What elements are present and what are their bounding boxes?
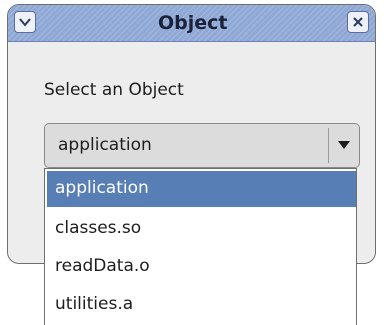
close-icon [353, 17, 363, 27]
window-close-button[interactable] [347, 11, 369, 33]
window-title: Object [158, 12, 228, 34]
combobox-divider [328, 128, 329, 163]
option-label: classes.so [55, 218, 142, 238]
dropdown-option-readdata-o[interactable]: readData.o [47, 249, 356, 285]
object-dropdown-list: application classes.so readData.o utilit… [44, 168, 357, 325]
option-label: application [55, 178, 149, 198]
select-object-label: Select an Object [44, 80, 184, 100]
combobox-value: application [58, 135, 152, 155]
option-label: readData.o [55, 256, 150, 276]
dropdown-option-classes-so[interactable]: classes.so [47, 211, 356, 247]
title-bar[interactable]: Object [8, 5, 375, 42]
object-combobox[interactable]: application [44, 123, 360, 168]
dropdown-option-application[interactable]: application [47, 171, 356, 207]
dropdown-option-utilities-a[interactable]: utilities.a [47, 287, 356, 323]
dropdown-arrow-icon[interactable] [338, 141, 350, 149]
option-label: utilities.a [55, 294, 134, 314]
chevron-down-icon [19, 18, 31, 27]
window-menu-button[interactable] [14, 11, 36, 33]
